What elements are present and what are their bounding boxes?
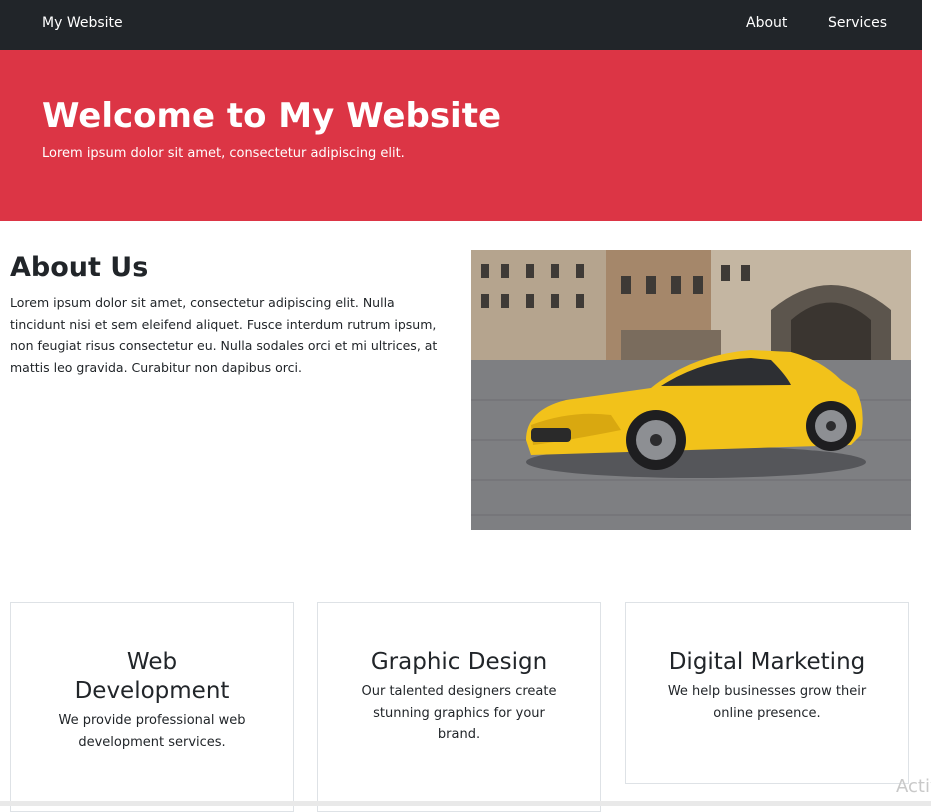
service-text: Our talented designers create stunning g… bbox=[361, 684, 557, 742]
nav-link-services[interactable]: Services bbox=[828, 15, 887, 31]
service-card-graphic-design: Graphic Design Our talented designers cr… bbox=[317, 602, 601, 812]
nav-link-about[interactable]: About bbox=[746, 15, 787, 31]
navbar: My Website About Services bbox=[0, 0, 922, 50]
service-card-web-development: Web Development We provide professional … bbox=[10, 602, 294, 812]
service-card-digital-marketing: Digital Marketing We help businesses gro… bbox=[625, 602, 909, 784]
taskbar-strip bbox=[0, 801, 931, 806]
service-title: Web Development bbox=[74, 649, 230, 704]
brand-link[interactable]: My Website bbox=[42, 15, 123, 31]
service-title: Graphic Design bbox=[370, 649, 548, 675]
hero-subtitle: Lorem ipsum dolor sit amet, consectetur … bbox=[42, 146, 405, 161]
hero-title: Welcome to My Website bbox=[42, 96, 502, 136]
service-text: We provide professional web development … bbox=[58, 713, 246, 750]
service-title: Digital Marketing bbox=[668, 649, 866, 675]
about-text: Lorem ipsum dolor sit amet, consectetur … bbox=[10, 295, 438, 375]
service-text: We help businesses grow their online pre… bbox=[667, 684, 867, 721]
about-title: About Us bbox=[10, 252, 149, 283]
about-car-image bbox=[471, 250, 911, 530]
activation-watermark: Activ bbox=[896, 776, 931, 797]
hero-banner: Welcome to My Website Lorem ipsum dolor … bbox=[0, 50, 922, 221]
